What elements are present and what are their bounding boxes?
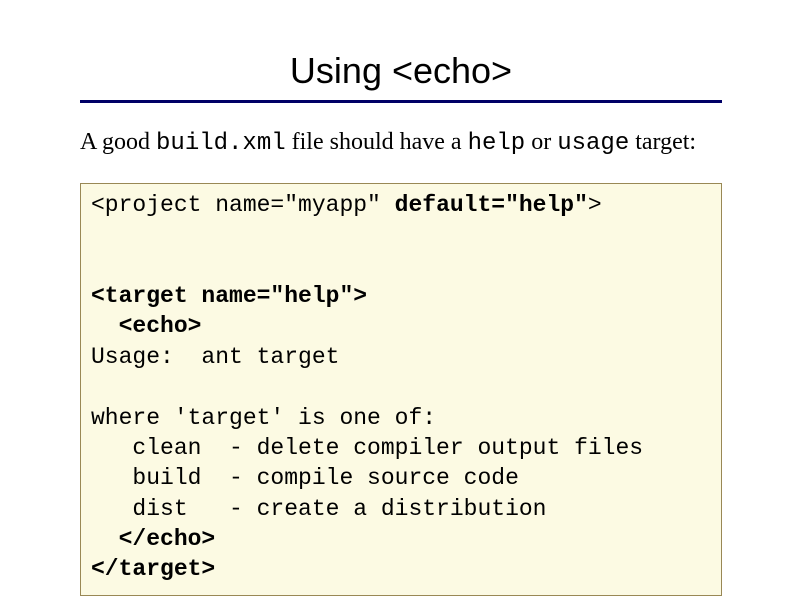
code-line-1a: <project name="myapp" — [91, 192, 395, 218]
code-line-where: where 'target' is one of: — [91, 405, 436, 431]
code-line-build: build - compile source code — [91, 465, 519, 491]
intro-code-buildxml: build.xml — [156, 130, 286, 157]
intro-seg-2: file should have a — [286, 129, 468, 155]
code-line-1c: > — [588, 192, 602, 218]
slide: Using <echo> A good build.xml file shoul… — [0, 0, 792, 612]
slide-title: Using <echo> — [80, 50, 722, 92]
intro-text: A good build.xml file should have a help… — [80, 127, 722, 159]
intro-seg-3: or — [525, 129, 557, 155]
code-line-echo-open: <echo> — [91, 313, 201, 339]
code-line-echo-close: </echo> — [91, 526, 215, 552]
code-line-usage: Usage: ant target — [91, 344, 339, 370]
intro-seg-1: A good — [80, 129, 156, 155]
code-line-dist: dist - create a distribution — [91, 496, 546, 522]
title-divider — [80, 100, 722, 103]
code-line-1b-default-attr: default="help" — [395, 192, 588, 218]
intro-code-usage: usage — [557, 130, 629, 157]
intro-seg-4: target: — [629, 129, 696, 155]
code-line-clean: clean - delete compiler output files — [91, 435, 643, 461]
code-line-target-close: </target> — [91, 556, 215, 582]
intro-code-help: help — [468, 130, 526, 157]
code-block: <project name="myapp" default="help"> <t… — [80, 183, 722, 596]
code-line-target-open: <target name="help"> — [91, 283, 367, 309]
